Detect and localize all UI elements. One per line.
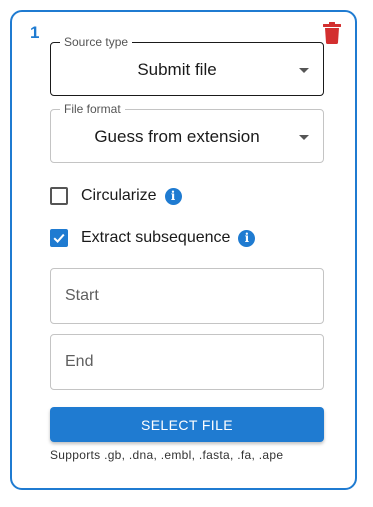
card-number: 1 [30,23,40,42]
extract-subsequence-label: Extract subsequence [81,229,231,246]
source-card: 1 Source type Submit file File format Gu… [10,10,357,490]
trash-icon[interactable] [323,22,341,44]
circularize-label: Circularize [81,187,157,204]
start-input[interactable] [51,269,323,323]
chevron-down-icon [299,135,309,140]
select-file-button[interactable]: SELECT FILE [50,407,324,442]
circularize-option: Circularize i [50,184,182,208]
source-type-value: Submit file [137,60,217,79]
info-icon[interactable]: i [164,187,182,205]
extract-subsequence-checkbox[interactable] [50,229,68,247]
chevron-down-icon [299,68,309,73]
start-field [50,268,324,324]
supported-formats-text: Supports .gb, .dna, .embl, .fasta, .fa, … [50,448,284,462]
extract-subsequence-option: Extract subsequence i [50,226,256,250]
source-type-label: Source type [60,35,133,49]
circularize-checkbox[interactable] [50,187,68,205]
file-format-label: File format [60,102,125,116]
checkmark-icon [53,233,65,243]
source-type-select[interactable]: Source type Submit file [50,35,324,96]
file-format-value: Guess from extension [94,127,260,146]
end-input[interactable] [51,335,323,389]
info-icon[interactable]: i [238,229,256,247]
end-field [50,334,324,390]
file-format-select[interactable]: File format Guess from extension [50,102,324,163]
